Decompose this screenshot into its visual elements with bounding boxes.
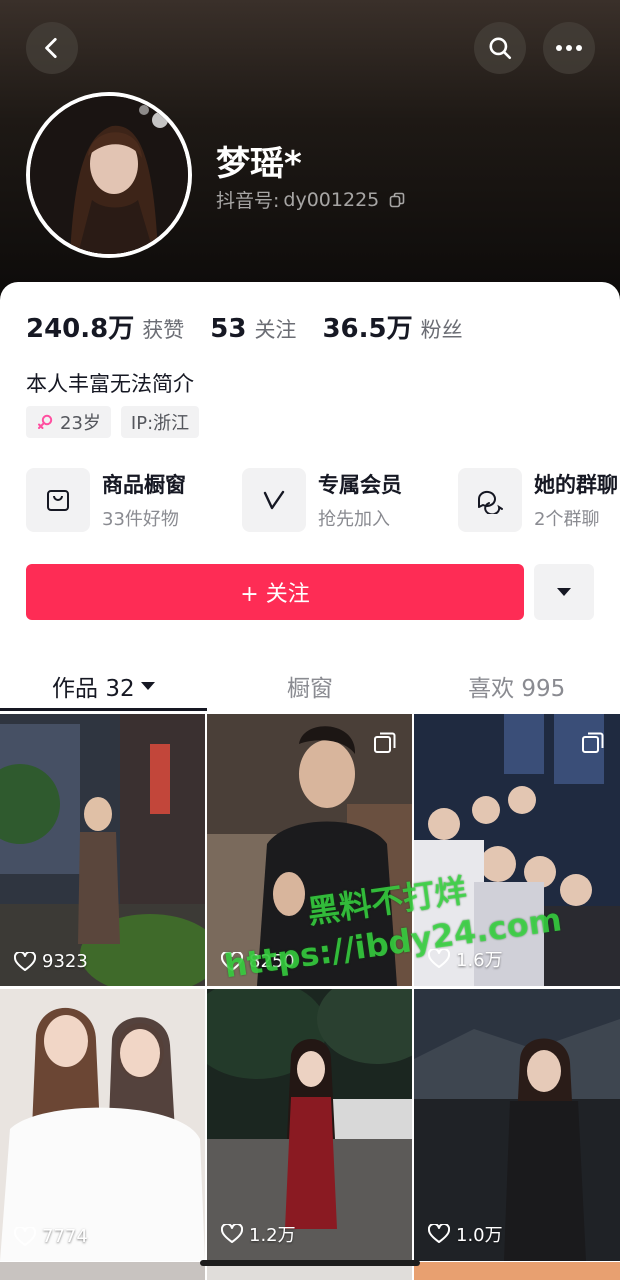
- thumbnail-image: [207, 714, 412, 986]
- home-indicator: [200, 1260, 420, 1266]
- service-membership-sub: 抢先加入: [318, 509, 390, 530]
- profile-id-value: dy001225: [283, 188, 380, 211]
- stats-row: 240.8万 获赞 53 关注 36.5万 粉丝: [26, 308, 489, 345]
- follow-options-button[interactable]: [534, 564, 594, 620]
- video-thumbnail[interactable]: 9323: [0, 714, 205, 986]
- like-count-value: 9323: [42, 951, 88, 972]
- heart-icon: [14, 1226, 36, 1246]
- stat-following-label: 关注: [254, 318, 297, 342]
- video-thumbnail[interactable]: 1.6万: [414, 714, 620, 986]
- service-shop-window-sub: 33件好物: [102, 509, 179, 530]
- heart-icon: [221, 951, 243, 971]
- tab-works-label: 作品 32: [52, 676, 135, 702]
- age-tag: 23岁: [26, 406, 111, 438]
- like-count-value: 1.6万: [456, 950, 503, 971]
- services-row: 商品橱窗 33件好物 专属会员 抢先加入 她的群聊 2个群聊: [26, 468, 620, 532]
- multi-image-icon: [374, 732, 396, 753]
- back-button[interactable]: [26, 22, 78, 74]
- heart-icon: [428, 1224, 450, 1243]
- more-button[interactable]: [543, 22, 595, 74]
- heart-icon: [428, 949, 450, 968]
- bio-text: 本人丰富无法简介: [26, 372, 194, 396]
- like-count: 9323: [14, 951, 88, 972]
- follow-button[interactable]: + 关注: [26, 564, 524, 620]
- more-horizontal-icon: [556, 45, 582, 51]
- video-thumbnail[interactable]: 1.2万: [207, 989, 412, 1261]
- stat-following-value: 53: [210, 314, 247, 344]
- profile-header: 梦瑶* 抖音号: dy001225: [0, 0, 620, 300]
- video-thumbnail[interactable]: 1.0万: [414, 989, 620, 1261]
- profile-tags: 23岁 IP:浙江: [26, 406, 200, 438]
- heart-icon: [221, 1224, 243, 1243]
- service-group-chats-sub: 2个群聊: [534, 509, 600, 530]
- video-grid: 9323 8250 1.6万 7774 1.2万 1.0万: [0, 714, 620, 1261]
- chat-bubbles-icon: [477, 490, 503, 514]
- service-membership[interactable]: 专属会员 抢先加入: [242, 468, 434, 532]
- like-count: 7774: [14, 1226, 88, 1247]
- thumbnail-image: [0, 714, 205, 986]
- copy-icon[interactable]: [389, 192, 405, 208]
- chevron-left-icon: [45, 37, 57, 59]
- tab-liked[interactable]: 喜欢 995: [413, 662, 620, 710]
- service-group-chats-title: 她的群聊: [534, 473, 618, 497]
- ip-tag-label: IP:浙江: [130, 413, 190, 434]
- video-thumbnail-peek: [0, 1262, 205, 1280]
- service-shop-window-title: 商品橱窗: [102, 473, 186, 497]
- stat-followers-label: 粉丝: [420, 318, 463, 342]
- tab-shop-window[interactable]: 橱窗: [207, 662, 414, 710]
- service-membership-title: 专属会员: [318, 473, 402, 497]
- stat-likes-label: 获赞: [142, 318, 185, 342]
- profile-name: 梦瑶*: [216, 144, 302, 184]
- multi-image-icon: [582, 732, 604, 753]
- tab-shop-window-label: 橱窗: [287, 676, 333, 702]
- tab-works[interactable]: 作品 32: [0, 662, 207, 710]
- ip-tag: IP:浙江: [120, 406, 200, 438]
- video-thumbnail[interactable]: 8250: [207, 714, 412, 986]
- heart-icon: [14, 951, 36, 971]
- profile-id: 抖音号: dy001225: [216, 186, 405, 213]
- female-icon: [38, 414, 53, 429]
- like-count-value: 1.0万: [456, 1225, 503, 1246]
- tab-liked-label: 喜欢 995: [468, 676, 566, 702]
- caret-down-icon: [140, 682, 155, 690]
- search-icon: [489, 37, 512, 60]
- service-group-chats[interactable]: 她的群聊 2个群聊: [458, 468, 620, 532]
- stat-likes-value: 240.8万: [26, 314, 135, 344]
- like-count-value: 7774: [42, 1226, 88, 1247]
- caret-down-icon: [557, 588, 571, 596]
- stat-followers[interactable]: 36.5万 粉丝: [322, 308, 462, 345]
- like-count-value: 8250: [249, 951, 295, 972]
- like-count: 1.2万: [221, 1221, 296, 1247]
- search-button[interactable]: [474, 22, 526, 74]
- service-shop-window[interactable]: 商品橱窗 33件好物: [26, 468, 218, 532]
- like-count-value: 1.2万: [249, 1225, 296, 1246]
- profile-id-label: 抖音号:: [216, 190, 280, 212]
- active-tab-indicator: [0, 708, 207, 711]
- age-tag-label: 23岁: [60, 413, 101, 434]
- like-count: 8250: [221, 951, 295, 972]
- avatar[interactable]: [26, 92, 192, 258]
- stat-likes[interactable]: 240.8万 获赞: [26, 308, 184, 345]
- content-tabs: 作品 32 橱窗 喜欢 995: [0, 662, 620, 710]
- video-thumbnail[interactable]: 7774: [0, 989, 205, 1261]
- shopping-bag-icon: [47, 490, 69, 511]
- v-badge-icon: [263, 490, 285, 510]
- thumbnail-image: [0, 989, 205, 1261]
- video-thumbnail-peek: [414, 1262, 620, 1280]
- like-count: 1.6万: [428, 946, 503, 972]
- stat-followers-value: 36.5万: [322, 314, 413, 344]
- like-count: 1.0万: [428, 1221, 503, 1247]
- stat-following[interactable]: 53 关注: [210, 314, 296, 344]
